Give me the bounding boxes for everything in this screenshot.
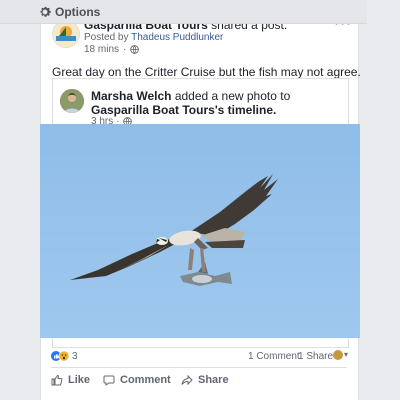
page-avatar[interactable]	[52, 20, 80, 48]
comment-button[interactable]: Comment	[103, 372, 171, 388]
options-bar[interactable]: Options	[0, 0, 367, 24]
share-button[interactable]: Share	[181, 372, 229, 388]
user-photo-icon	[60, 89, 84, 113]
post-message: Great day on the Critter Cruise but the …	[52, 65, 361, 79]
thumbs-up-icon	[51, 374, 63, 386]
share-arrow-icon	[181, 374, 193, 386]
shares-count[interactable]: 1 Share	[298, 351, 333, 362]
shared-post-header: Marsha Welch added a new photo to Gaspar…	[91, 89, 341, 117]
globe-icon	[130, 45, 140, 54]
reaction-count[interactable]: 3	[72, 351, 78, 362]
posted-by-name[interactable]: Thadeus Puddlunker	[131, 32, 223, 43]
chevron-down-icon[interactable]: ▾	[344, 350, 348, 359]
comment-label: Comment	[120, 374, 171, 386]
shared-user-link[interactable]: Marsha Welch	[91, 89, 171, 103]
wow-reaction-icon	[59, 351, 69, 361]
reactions-row: 3 1 Comment 1 Share ▾	[51, 350, 351, 364]
boat-logo-icon	[53, 21, 79, 47]
user-avatar[interactable]	[60, 89, 84, 113]
like-button[interactable]: Like	[51, 372, 90, 388]
posted-by-prefix: Posted by	[84, 32, 129, 43]
comments-count[interactable]: 1 Comment	[248, 351, 300, 362]
post-photo[interactable]	[40, 124, 360, 338]
shared-action-text: added a new photo to	[174, 89, 291, 103]
share-as-avatar[interactable]	[333, 350, 343, 360]
comment-icon	[103, 375, 115, 386]
share-label: Share	[198, 374, 229, 386]
posted-by: Posted by Thadeus Puddlunker	[84, 32, 223, 43]
post-time-row: 18 mins ·	[84, 44, 140, 55]
like-label: Like	[68, 374, 91, 386]
gear-icon	[40, 6, 51, 17]
actions-divider	[51, 367, 347, 368]
reaction-icons[interactable]	[51, 351, 69, 361]
options-label: Options	[55, 4, 101, 19]
shared-target-link[interactable]: Gasparilla Boat Tours	[91, 103, 215, 117]
shared-target-suffix: 's timeline.	[214, 103, 277, 117]
post-timestamp[interactable]: 18 mins	[84, 44, 119, 55]
osprey-photo	[40, 124, 360, 338]
